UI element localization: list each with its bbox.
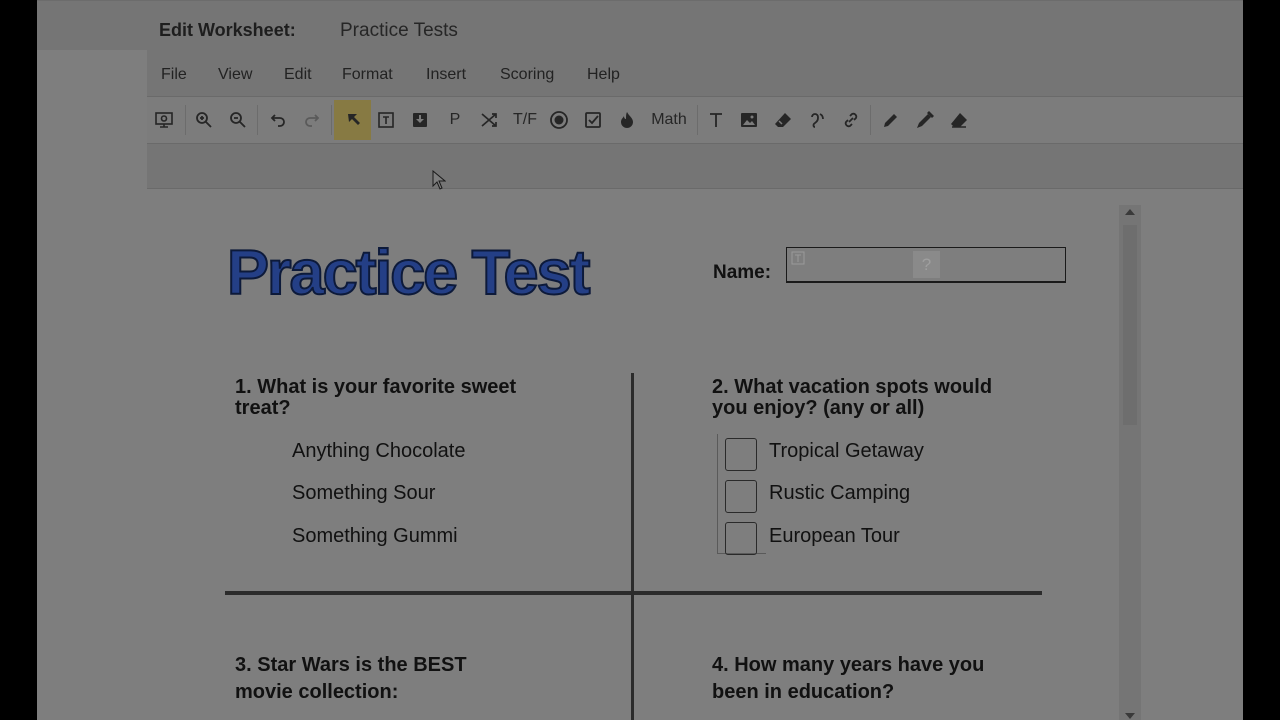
app-window: Edit Worksheet: Practice Tests File View…	[37, 0, 1243, 720]
pencil-icon[interactable]	[874, 103, 908, 137]
scroll-up-icon[interactable]	[1125, 209, 1135, 215]
math-icon[interactable]: Math	[644, 103, 694, 137]
question-4-line-1: 4. How many years have you	[712, 654, 985, 676]
scroll-down-icon[interactable]	[1125, 713, 1135, 719]
checkbox-europe[interactable]	[725, 522, 757, 555]
q2-option-tropical[interactable]: Tropical Getaway	[769, 440, 924, 463]
mouse-cursor-icon	[432, 170, 446, 190]
toolbar-separator	[870, 105, 871, 135]
q1-option-gummi[interactable]: Something Gummi	[292, 525, 458, 548]
menu-format[interactable]: Format	[342, 66, 393, 84]
true-false-icon[interactable]: T/F	[505, 103, 545, 137]
zoom-out-icon[interactable]	[221, 103, 255, 137]
radio-button-icon[interactable]	[542, 103, 576, 137]
eraser-icon[interactable]	[766, 103, 800, 137]
marker-icon[interactable]	[908, 103, 942, 137]
practice-test-logo: Practice Test	[226, 240, 594, 302]
edit-worksheet-label: Edit Worksheet:	[159, 20, 296, 40]
toolbar-separator	[331, 105, 332, 135]
question-4: 4. How many years have you been in educa…	[712, 652, 984, 706]
audio-icon[interactable]	[800, 103, 834, 137]
checkbox-camping[interactable]	[725, 480, 757, 513]
preview-icon[interactable]	[147, 103, 181, 137]
toolbar-separator	[697, 105, 698, 135]
menu-bar: File View Edit Format Insert Scoring Hel…	[147, 50, 1243, 97]
secondary-toolbar	[147, 143, 1243, 189]
text-icon[interactable]	[699, 103, 733, 137]
dropdown-icon[interactable]	[403, 103, 437, 137]
scrollbar-thumb[interactable]	[1123, 225, 1137, 425]
menu-insert[interactable]: Insert	[426, 66, 466, 84]
vertical-scrollbar[interactable]	[1119, 205, 1141, 720]
name-label: Name:	[713, 262, 772, 283]
question-1: 1. What is your favorite sweet treat?	[235, 377, 516, 419]
checkbox-icon[interactable]	[576, 103, 610, 137]
q1-option-chocolate[interactable]: Anything Chocolate	[292, 440, 465, 463]
menu-help[interactable]: Help	[587, 66, 620, 84]
menu-file[interactable]: File	[161, 66, 187, 84]
undo-icon[interactable]	[261, 103, 295, 137]
eraser-tool-icon[interactable]	[942, 103, 976, 137]
question-2-line-2: you enjoy? (any or all)	[712, 397, 925, 419]
question-3-line-2: movie collection:	[235, 681, 399, 703]
toolbar-separator	[257, 105, 258, 135]
image-icon[interactable]	[732, 103, 766, 137]
menu-scoring[interactable]: Scoring	[500, 66, 554, 84]
title-bar: Edit Worksheet: Practice Tests	[37, 0, 1243, 50]
question-1-line-1: 1. What is your favorite sweet	[235, 376, 517, 398]
question-3: 3. Star Wars is the BEST movie collectio…	[235, 652, 467, 706]
horizontal-divider	[225, 591, 1042, 595]
vertical-divider	[631, 373, 634, 720]
worksheet-canvas[interactable]: Practice Test Name: ? 1. What is your fa…	[147, 190, 1117, 720]
redo-icon[interactable]	[295, 103, 329, 137]
text-box-icon[interactable]	[369, 103, 403, 137]
toolbar-separator	[185, 105, 186, 135]
question-2: 2. What vacation spots would you enjoy? …	[712, 377, 992, 419]
menu-view[interactable]: View	[218, 66, 252, 84]
help-icon[interactable]: ?	[913, 251, 940, 278]
question-2-line-1: 2. What vacation spots would	[712, 376, 993, 398]
zoom-in-icon[interactable]	[187, 103, 221, 137]
logo-text: Practice Test	[227, 240, 591, 302]
checkbox-group	[717, 434, 766, 555]
q2-option-camping[interactable]: Rustic Camping	[769, 482, 910, 505]
paragraph-icon[interactable]: P	[438, 103, 472, 137]
question-3-line-1: 3. Star Wars is the BEST	[235, 654, 467, 676]
toolbar: P T/F Math	[147, 97, 1243, 143]
menu-edit[interactable]: Edit	[284, 66, 312, 84]
matching-icon[interactable]	[472, 103, 506, 137]
link-icon[interactable]	[834, 103, 868, 137]
hotspot-icon[interactable]	[610, 103, 644, 137]
worksheet-page: Practice Test Name: ? 1. What is your fa…	[147, 190, 1117, 720]
checkbox-tropical[interactable]	[725, 438, 757, 471]
question-1-line-2: treat?	[235, 397, 291, 419]
q1-option-sour[interactable]: Something Sour	[292, 482, 435, 505]
q2-option-europe[interactable]: European Tour	[769, 525, 900, 548]
select-arrow-icon[interactable]	[334, 100, 371, 140]
question-4-line-2: been in education?	[712, 681, 895, 703]
name-input[interactable]: ?	[786, 247, 1066, 283]
text-field-icon	[791, 251, 805, 265]
worksheet-name[interactable]: Practice Tests	[340, 20, 458, 42]
